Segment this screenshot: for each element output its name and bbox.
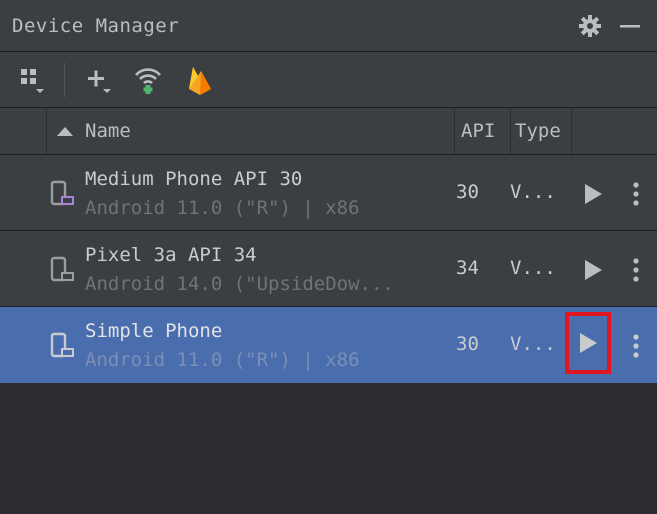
phone-tablet-icon xyxy=(50,179,76,209)
play-icon[interactable] xyxy=(578,255,608,285)
sort-ascending-icon xyxy=(57,126,73,136)
device-type: V... xyxy=(510,333,556,355)
add-icon[interactable] xyxy=(85,63,115,97)
device-api: 30 xyxy=(456,181,479,203)
phone-tablet-icon xyxy=(50,255,76,285)
device-group-icon[interactable] xyxy=(18,63,48,97)
device-subtitle: Android 11.0 ("R") | x86 xyxy=(85,197,360,219)
device-manager-panel: Device Manager Name API Type Medium Phon… xyxy=(0,0,657,514)
toolbar xyxy=(0,52,657,108)
device-name: Pixel 3a API 34 xyxy=(85,244,257,266)
device-name: Medium Phone API 30 xyxy=(85,168,303,190)
device-row-medium-phone[interactable]: Medium Phone API 30 Android 11.0 ("R") |… xyxy=(0,155,657,231)
device-subtitle: Android 14.0 ("UpsideDow... xyxy=(85,273,394,295)
more-options-icon[interactable] xyxy=(626,255,646,285)
device-type: V... xyxy=(510,181,556,203)
play-icon[interactable] xyxy=(565,312,611,374)
play-icon[interactable] xyxy=(578,179,608,209)
device-type: V... xyxy=(510,257,556,279)
column-header-api[interactable]: API xyxy=(454,108,510,154)
phone-tablet-icon xyxy=(50,331,76,361)
device-subtitle: Android 11.0 ("R") | x86 xyxy=(85,349,360,371)
column-header-name[interactable]: Name xyxy=(46,108,454,154)
empty-list-area xyxy=(0,386,657,514)
firebase-icon[interactable] xyxy=(185,63,215,97)
column-header-type[interactable]: Type xyxy=(510,108,572,154)
wifi-pair-icon[interactable] xyxy=(133,63,163,97)
device-name: Simple Phone xyxy=(85,320,223,342)
device-api: 34 xyxy=(456,257,479,279)
more-options-icon[interactable] xyxy=(626,331,646,361)
panel-title: Device Manager xyxy=(12,14,180,37)
gear-icon[interactable] xyxy=(577,13,603,39)
toolbar-separator xyxy=(64,62,65,97)
device-row-simple-phone[interactable]: Simple Phone Android 11.0 ("R") | x86 30… xyxy=(0,307,657,383)
device-api: 30 xyxy=(456,333,479,355)
table-header: Name API Type xyxy=(0,108,657,155)
title-bar: Device Manager xyxy=(0,0,657,52)
minimize-icon[interactable] xyxy=(617,13,643,39)
device-row-pixel-3a[interactable]: Pixel 3a API 34 Android 14.0 ("UpsideDow… xyxy=(0,231,657,307)
more-options-icon[interactable] xyxy=(626,179,646,209)
